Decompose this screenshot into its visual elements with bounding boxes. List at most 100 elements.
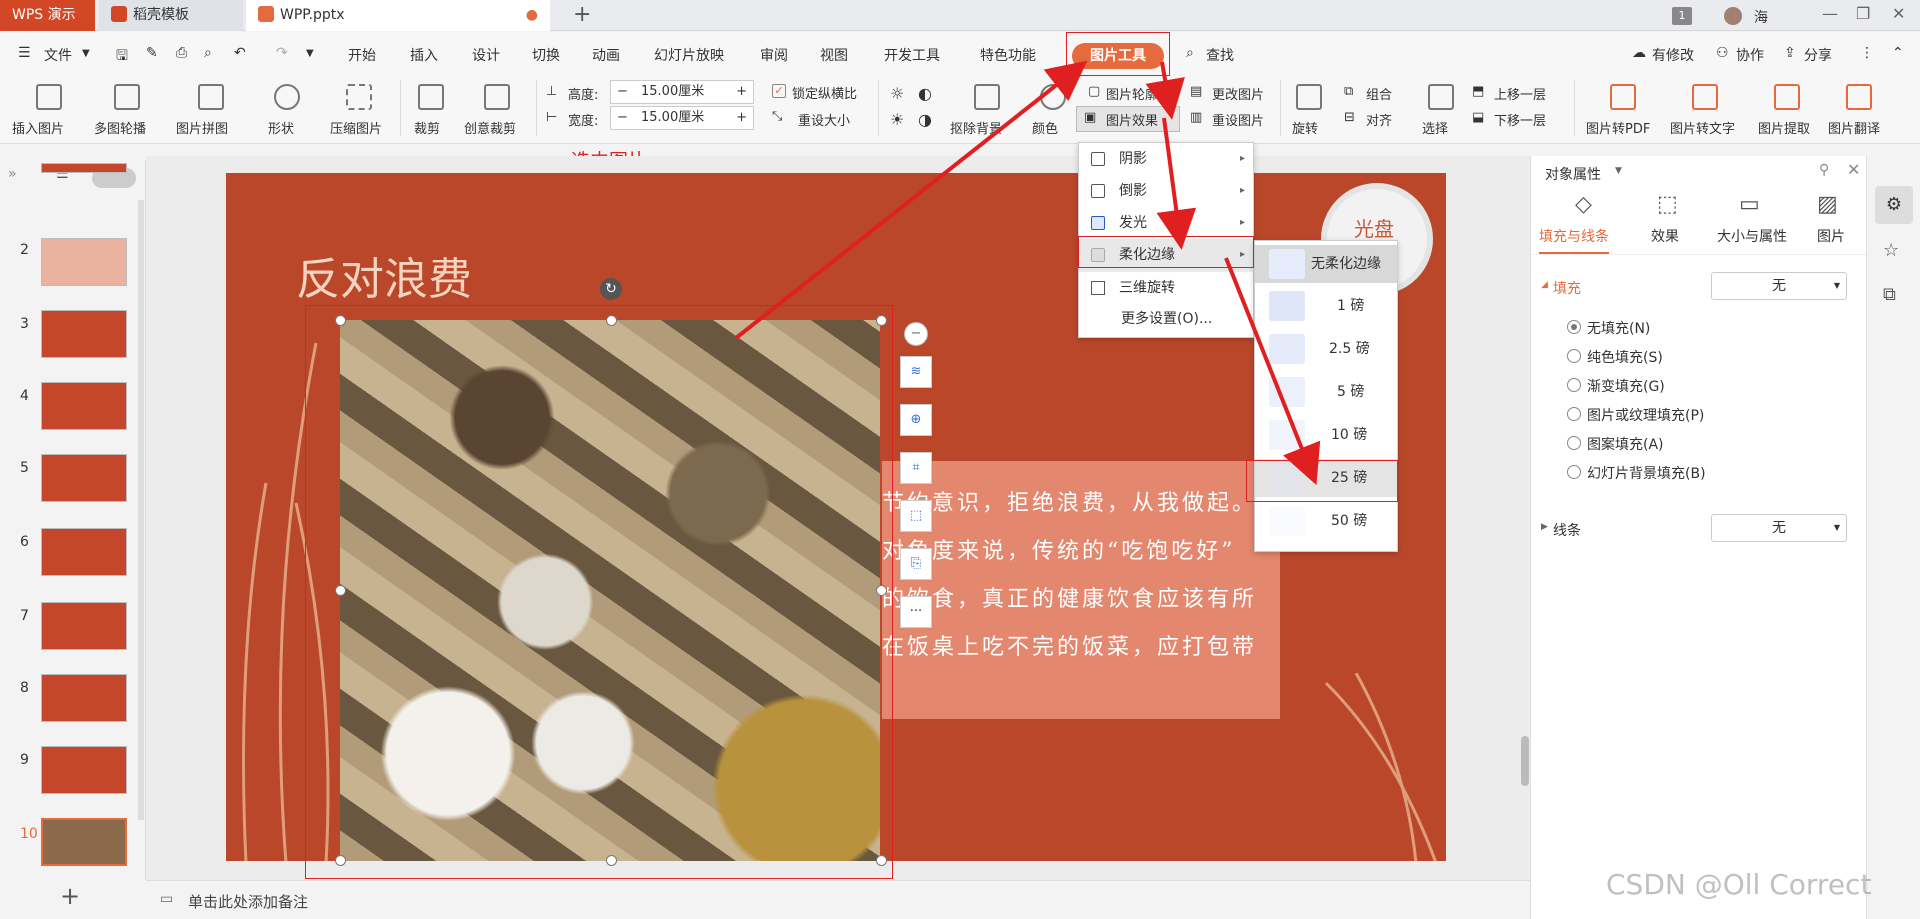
translate-icon[interactable] [1846,84,1872,110]
color-button[interactable]: 颜色 [1032,118,1058,137]
scrollbar-thumb[interactable] [1521,736,1529,786]
expand-panel-icon[interactable]: » [8,166,17,182]
chevron-down-icon[interactable]: ▼ [1615,166,1622,176]
contrast-up-icon[interactable]: ◐ [918,84,932,103]
search-button[interactable]: 查找 [1206,45,1234,65]
user-name[interactable]: 海 [1754,7,1768,27]
tab-picture[interactable]: 图片 [1817,226,1845,246]
quick-access-dropdown-icon[interactable]: ▼ [306,48,314,59]
lock-ratio-label[interactable]: 锁定纵横比 [792,83,857,102]
group-button[interactable]: 组合 [1366,84,1392,103]
compress-button[interactable]: 压缩图片 [330,118,382,137]
picture-effect-button[interactable]: 图片效果 [1106,110,1158,129]
extract-icon[interactable] [1774,84,1800,110]
slide-thumbnail[interactable] [41,310,127,358]
menu-developer[interactable]: 开发工具 [884,45,940,65]
radio-pattern-fill[interactable] [1567,436,1581,450]
zoom-icon[interactable]: ⊕ [900,404,932,436]
radio-picture-fill[interactable] [1567,407,1581,421]
compress-icon[interactable] [346,84,372,110]
picture-icon[interactable]: ▨ [1817,192,1838,217]
chevron-down-icon[interactable]: ▼ [82,48,90,59]
menu-item-more-settings[interactable]: 更多设置(O)... [1079,303,1253,335]
lock-ratio-checkbox[interactable]: ✓ [772,84,786,98]
slide-thumbnail[interactable] [41,382,127,430]
option-slide-bg-fill[interactable]: 幻灯片背景填充(B) [1587,463,1706,483]
fill-select[interactable]: 无 ▼ [1711,272,1847,300]
rotate-icon[interactable] [1296,84,1322,110]
size-icon[interactable]: ▭ [1739,192,1760,217]
collage-icon[interactable] [198,84,224,110]
shape-button[interactable]: 形状 [268,118,294,137]
height-value[interactable]: 15.00厘米 [641,81,704,103]
hamburger-icon[interactable]: ☰ [18,45,31,61]
slide-thumbnail[interactable] [41,163,127,173]
collage-button[interactable]: 图片拼图 [176,118,228,137]
creative-crop-button[interactable]: 创意裁剪 [464,118,516,137]
cutout-icon[interactable]: ⬚ [900,500,932,532]
soften-10pt[interactable]: 10 磅 [1255,416,1397,454]
reset-size-button[interactable]: 重设大小 [798,110,850,129]
add-slide-button[interactable]: + [60,882,80,910]
pin-icon[interactable]: ⚲ [1819,162,1829,178]
print-preview-icon[interactable]: ⌕ [204,45,212,61]
slide-thumbnail[interactable] [41,454,127,502]
fill-line-icon[interactable]: ◇ [1575,192,1592,217]
carousel-button[interactable]: 多图轮播 [94,118,146,137]
to-text-button[interactable]: 图片转文字 [1670,118,1735,137]
decrement-icon[interactable]: − [617,107,628,129]
collapse-ribbon-icon[interactable]: ⌃ [1892,45,1904,61]
restore-icon[interactable]: ❐ [1856,4,1870,23]
to-pdf-icon[interactable] [1610,84,1636,110]
increment-icon[interactable]: + [736,107,747,129]
print-icon[interactable]: ⎙ [176,45,187,61]
transition-icon[interactable]: ⧉ [1883,284,1896,305]
menu-file[interactable]: 文件 [44,45,72,65]
send-backward-button[interactable]: 下移一层 [1494,110,1546,129]
option-pattern-fill[interactable]: 图案填充(A) [1587,434,1664,454]
extract-button[interactable]: 图片提取 [1758,118,1810,137]
change-picture-button[interactable]: 更改图片 [1212,84,1264,103]
crop-button[interactable]: 裁剪 [414,118,440,137]
slide-text-block[interactable]: 节约意识，拒绝浪费，从我做起。 对角度来说，传统的“吃饱吃好” 的饮食，真正的健… [882,461,1280,719]
menu-transition[interactable]: 切换 [532,45,560,65]
radio-solid-fill[interactable] [1567,349,1581,363]
picture-outline-button[interactable]: 图片轮廓 [1106,84,1158,103]
menu-slideshow[interactable]: 幻灯片放映 [654,45,724,65]
option-picture-fill[interactable]: 图片或纹理填充(P) [1587,405,1704,425]
modified-status[interactable]: 有修改 [1652,45,1694,65]
close-icon[interactable]: ✕ [1847,160,1860,179]
save-icon[interactable]: 🖫 [116,45,128,69]
brightness-up-icon[interactable]: ☼ [890,84,904,103]
collapse-toolbar-icon[interactable]: − [904,322,928,346]
close-icon[interactable]: ✕ [1892,4,1905,23]
menu-item-glow[interactable]: 发光 ▸ [1079,207,1253,239]
width-value[interactable]: 15.00厘米 [641,107,704,129]
insert-picture-button[interactable]: 插入图片 [12,118,64,137]
animation-icon[interactable]: ☆ [1883,240,1899,261]
tab-fill-line[interactable]: 填充与线条 [1539,226,1609,254]
soften-5pt[interactable]: 5 磅 [1255,373,1397,411]
slide-thumbnail[interactable] [41,602,127,650]
bring-forward-button[interactable]: 上移一层 [1494,84,1546,103]
layers-icon[interactable]: ≋ [900,356,932,388]
option-no-fill[interactable]: 无填充(N) [1587,318,1650,338]
soften-none[interactable]: 无柔化边缘 [1255,245,1397,283]
slide-thumbnail[interactable] [41,674,127,722]
menu-item-3d-rotation[interactable]: 三维旋转 [1079,271,1253,303]
slide-thumbnail-current[interactable] [41,818,127,866]
width-spinner[interactable]: − 15.00厘米 + [610,106,754,130]
menu-animation[interactable]: 动画 [592,45,620,65]
fill-section-label[interactable]: 填充 [1553,278,1581,298]
radio-slide-bg-fill[interactable] [1567,465,1581,479]
align-button[interactable]: 对齐 [1366,110,1392,129]
menu-item-reflection[interactable]: 倒影 ▸ [1079,175,1253,207]
menu-special[interactable]: 特色功能 [980,45,1036,65]
menu-insert[interactable]: 插入 [410,45,438,65]
menu-design[interactable]: 设计 [472,45,500,65]
menu-review[interactable]: 审阅 [760,45,788,65]
reset-picture-button[interactable]: 重设图片 [1212,110,1264,129]
vertical-scrollbar[interactable] [1520,156,1530,880]
option-solid-fill[interactable]: 纯色填充(S) [1587,347,1663,367]
slide-thumbnail[interactable] [41,746,127,794]
